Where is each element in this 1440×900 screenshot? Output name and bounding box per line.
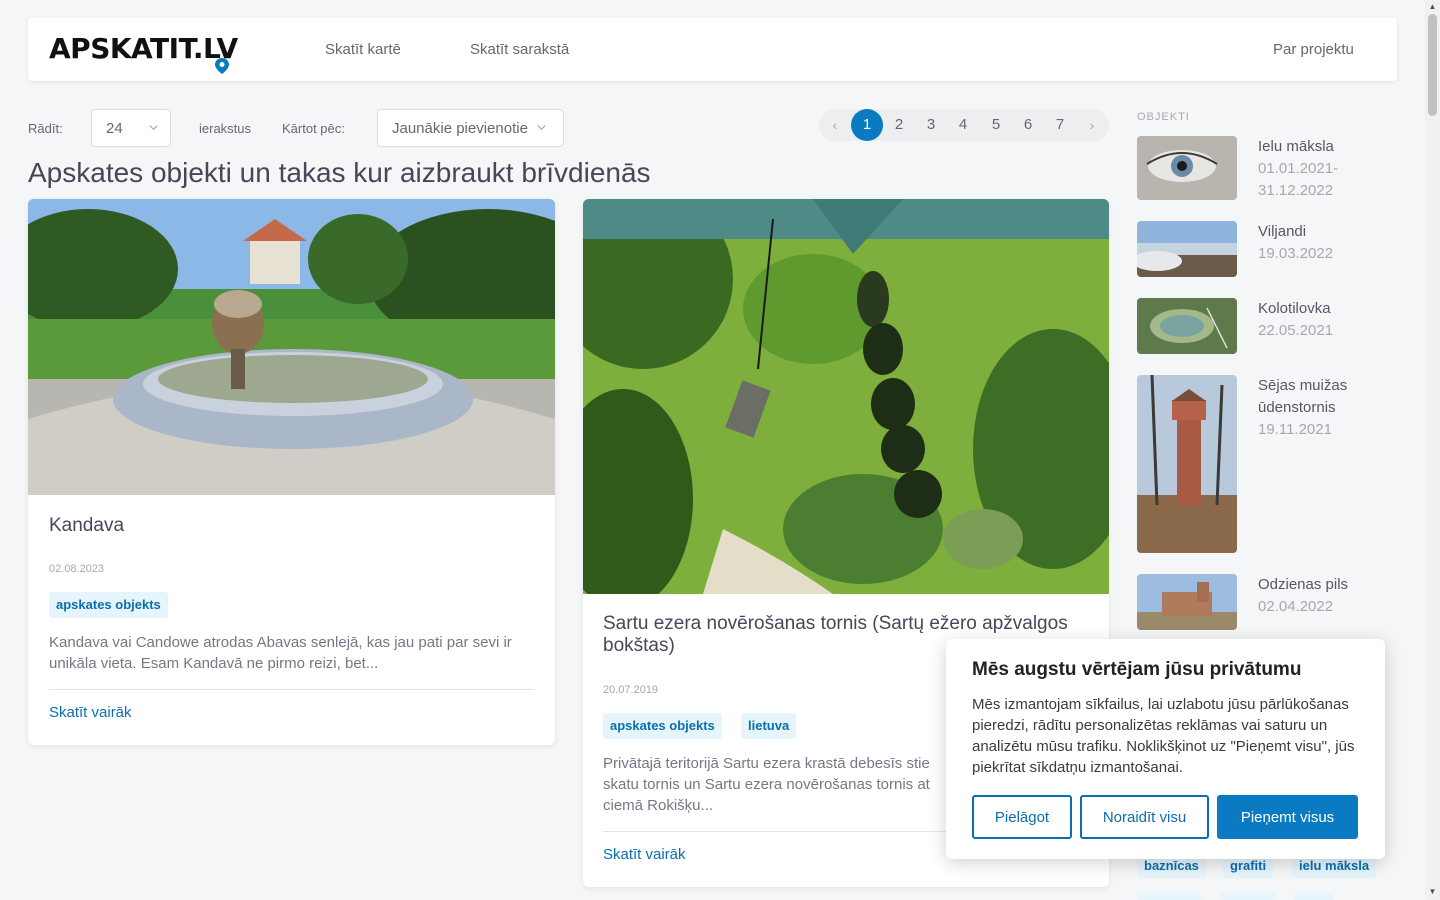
read-more-link[interactable]: Skatīt vairāk [603,846,686,863]
card-date: 20.07.2019 [603,684,659,696]
tag-apskates-objekts[interactable]: apskates objekts [49,592,168,618]
cookie-consent-dialog: Mēs augstu vērtējam jūsu privātumu Mēs i… [946,639,1385,859]
chevron-down-icon [149,125,158,131]
sidebar-item-name: Sējas muižas ūdenstornis [1258,377,1348,416]
map-pin-icon [215,58,229,74]
sidebar-item-date: 19.11.2021 [1258,421,1332,438]
card-excerpt: Kandava vai Candowe atrodas Abavas senle… [49,634,512,672]
card-image[interactable] [28,199,555,495]
thumbnail-image [1137,298,1237,354]
scroll-down-icon[interactable]: ▼ [1428,887,1437,896]
sidebar-item-date: 19.03.2022 [1258,245,1334,262]
nav-about-link[interactable]: Par projektu [1273,41,1354,58]
thumbnail-image [1137,136,1237,200]
site-logo[interactable]: APSKATIT.LV [49,28,264,74]
customize-button[interactable]: Pielāgot [972,795,1072,839]
tag-partial[interactable] [1137,893,1201,900]
card-date: 02.08.2023 [49,563,105,575]
nav-list-link[interactable]: Skatīt sarakstā [470,41,569,58]
sidebar-item-name: Odzienas pils [1258,576,1349,593]
page-5-button[interactable]: 5 [980,109,1012,141]
thumbnail-image [1137,375,1237,553]
next-page-button[interactable]: › [1076,109,1108,141]
site-header: APSKATIT.LV Skatīt kartē Skatīt sarakstā… [28,18,1397,81]
sidebar-heading: OBJEKTI [1137,111,1190,123]
accept-all-button[interactable]: Pieņemt visus [1217,795,1358,839]
sidebar-item[interactable]: Ielu māksla 01.01.2021-31.12.2022 [1137,136,1387,200]
tag-partial[interactable] [1294,893,1334,900]
sort-value: Jaunākie pievienotie [392,119,528,137]
chevron-down-icon [537,125,546,131]
tag-apskates-objekts[interactable]: apskates objekts [603,713,722,739]
show-label: Rādīt: [28,121,63,136]
card-divider [49,689,534,690]
per-page-select[interactable]: 24 [91,109,171,147]
sidebar-item[interactable]: Sējas muižas ūdenstornis 19.11.2021 [1137,375,1387,553]
sort-select[interactable]: Jaunākie pievienotie [377,109,564,147]
pagination: ‹ 1 2 3 4 5 6 7 › [819,109,1109,141]
scroll-thumb[interactable] [1428,14,1437,116]
nav-map-link[interactable]: Skatīt kartē [325,41,401,58]
per-page-value: 24 [106,119,123,137]
page-3-button[interactable]: 3 [915,109,947,141]
thumbnail-image [1137,574,1237,630]
tag-partial[interactable] [1220,893,1276,900]
sidebar-item-name: Ielu māksla [1258,138,1334,155]
card-title[interactable]: Kandava [49,515,124,537]
card-image[interactable] [583,199,1109,594]
sidebar-item-date: 02.04.2022 [1258,598,1334,615]
card-kandava: Kandava 02.08.2023 apskates objekts Kand… [28,199,555,745]
sidebar-item-name: Kolotilovka [1258,300,1331,317]
page-title: Apskates objekti un takas kur aizbraukt … [28,157,651,188]
sidebar-item[interactable]: Odzienas pils 02.04.2022 [1137,574,1387,630]
cookie-title: Mēs augstu vērtējam jūsu privātumu [972,659,1302,680]
sidebar-item[interactable]: Kolotilovka 22.05.2021 [1137,298,1387,354]
read-more-link[interactable]: Skatīt vairāk [49,704,132,721]
tag-lietuva[interactable]: lietuva [741,713,797,739]
thumbnail-image [1137,221,1237,277]
page-6-button[interactable]: 6 [1012,109,1044,141]
sidebar-item-date: 22.05.2021 [1258,322,1334,339]
records-label: ierakstus [199,121,252,136]
prev-page-button[interactable]: ‹ [819,109,851,141]
logo-text: APSKATIT.LV [49,32,238,65]
sidebar-item[interactable]: Viljandi 19.03.2022 [1137,221,1387,277]
page-7-button[interactable]: 7 [1044,109,1076,141]
sidebar-item-name: Viljandi [1258,223,1307,240]
scroll-up-icon[interactable]: ▲ [1428,2,1437,11]
page-scrollbar[interactable]: ▲ ▼ [1425,0,1440,900]
sort-label: Kārtot pēc: [282,121,345,136]
page-4-button[interactable]: 4 [947,109,979,141]
sidebar-item-date: 01.01.2021-31.12.2022 [1258,160,1339,199]
page-1-button[interactable]: 1 [851,109,883,141]
cookie-text: Mēs izmantojam sīkfailus, lai uzlabotu j… [972,696,1355,776]
reject-all-button[interactable]: Noraidīt visu [1080,795,1209,839]
page-2-button[interactable]: 2 [883,109,915,141]
card-excerpt: Privātajā teritorijā Sartu ezera krastā … [603,755,930,814]
